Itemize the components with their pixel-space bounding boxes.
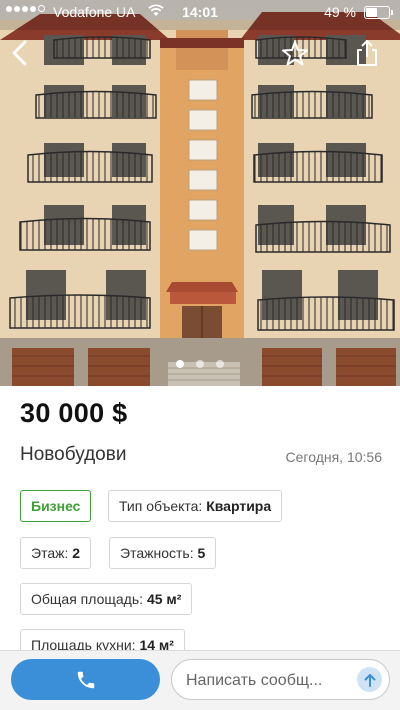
listing-date: Сегодня, 10:56: [285, 449, 382, 465]
listing-price: 30 000 $: [20, 398, 128, 428]
share-icon: [357, 40, 377, 66]
phone-icon: [77, 671, 94, 688]
pager-dot[interactable]: [196, 360, 204, 368]
total-area-label: Общая площадь:: [31, 591, 144, 607]
call-button[interactable]: [11, 659, 160, 700]
pager-dot[interactable]: [216, 360, 224, 368]
send-arrow-icon: [364, 673, 375, 687]
battery-percentage: 49 %: [324, 4, 356, 20]
favorite-button[interactable]: [280, 38, 310, 68]
battery-icon: [364, 6, 393, 19]
status-bar: Vodafone UA 14:01 49 %: [0, 0, 400, 24]
send-button[interactable]: [357, 667, 382, 692]
message-field[interactable]: [171, 659, 390, 701]
floors-count-label: Этажность:: [120, 545, 194, 561]
listing-category: Новобудови: [20, 444, 127, 465]
share-button[interactable]: [352, 38, 382, 68]
message-input[interactable]: [184, 660, 348, 701]
pager-dot[interactable]: [176, 360, 184, 368]
business-badge: Бизнес: [20, 490, 92, 522]
photo-pager[interactable]: [0, 360, 400, 368]
floor-tag: Этаж: 2: [20, 537, 92, 569]
object-type-value: Квартира: [206, 498, 272, 514]
object-type-tag: Тип объекта: Квартира: [108, 490, 283, 522]
floors-count-value: 5: [197, 545, 206, 561]
floor-label: Этаж:: [31, 545, 69, 561]
listing-photo[interactable]: [0, 0, 400, 386]
back-button[interactable]: [6, 38, 36, 68]
object-type-label: Тип объекта:: [119, 498, 203, 514]
total-area-tag: Общая площадь: 45 м²: [20, 583, 193, 615]
star-icon: [282, 41, 308, 66]
building-image: [0, 0, 400, 386]
back-arrow-icon: [12, 40, 27, 66]
floors-count-tag: Этажность: 5: [109, 537, 217, 569]
floor-value: 2: [72, 545, 81, 561]
total-area-value: 45 м²: [146, 591, 182, 607]
bottom-action-bar: [0, 650, 400, 710]
